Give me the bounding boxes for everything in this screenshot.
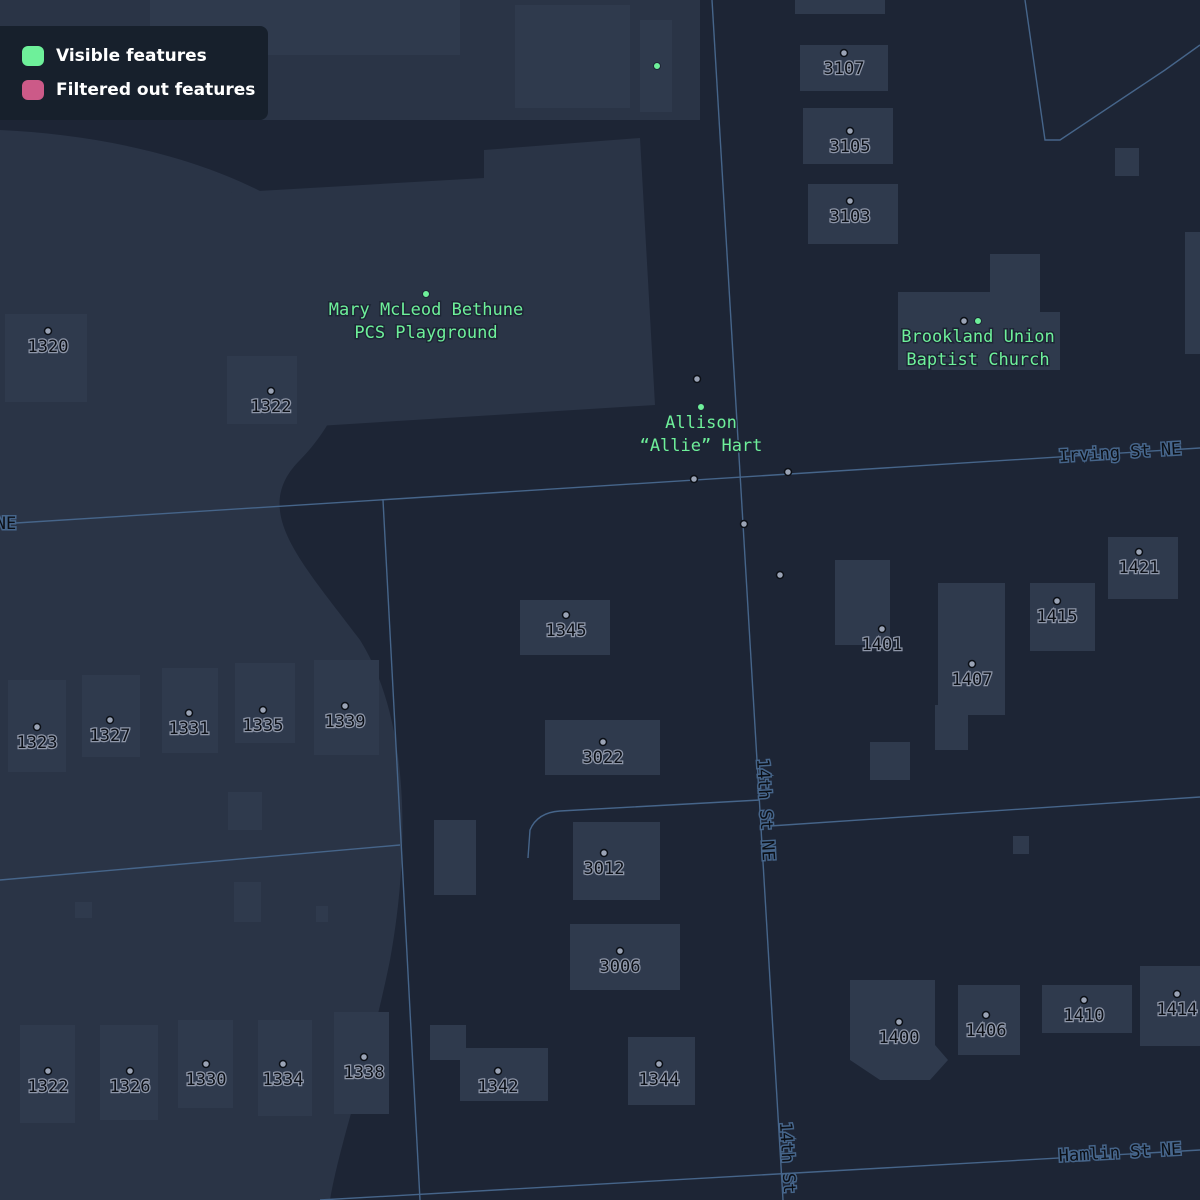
poi-label-church-line2: Baptist Church xyxy=(906,350,1049,370)
address-point[interactable] xyxy=(845,196,855,206)
map-canvas[interactable]: 3107 3105 3103 1320 1322 1421 1415 1345 1401 1407… xyxy=(0,0,1200,1200)
address-point[interactable] xyxy=(125,1066,135,1076)
address-point[interactable] xyxy=(43,1066,53,1076)
address-point[interactable] xyxy=(615,946,625,956)
address-point[interactable] xyxy=(359,1052,369,1062)
feature-point[interactable] xyxy=(689,474,699,484)
feature-point[interactable] xyxy=(692,374,702,384)
address-label: 1414 xyxy=(1157,1000,1198,1020)
building xyxy=(870,742,910,780)
poi-label-playground-line2: PCS Playground xyxy=(354,323,497,343)
address-label: 1334 xyxy=(263,1070,304,1090)
address-point[interactable] xyxy=(278,1059,288,1069)
address-point[interactable] xyxy=(1172,989,1182,999)
building xyxy=(795,0,885,14)
poi-point-memorial[interactable] xyxy=(697,403,705,411)
address-point[interactable] xyxy=(967,659,977,669)
address-label: 1335 xyxy=(243,716,284,736)
address-label: 3107 xyxy=(824,59,865,79)
address-label: 1338 xyxy=(344,1063,385,1083)
address-point[interactable] xyxy=(258,705,268,715)
address-point[interactable] xyxy=(654,1059,664,1069)
legend: Visible features Filtered out features xyxy=(0,26,268,120)
address-point[interactable] xyxy=(894,1017,904,1027)
address-label: 1407 xyxy=(952,670,993,690)
address-point[interactable] xyxy=(877,624,887,634)
building xyxy=(1115,148,1139,176)
street-label-14th-b: 14th St xyxy=(775,1121,799,1194)
address-point[interactable] xyxy=(340,701,350,711)
legend-filtered[interactable]: Filtered out features xyxy=(22,80,255,100)
address-point[interactable] xyxy=(981,1010,991,1020)
building xyxy=(234,882,261,922)
address-label: 3105 xyxy=(830,137,871,157)
poi-label-church-line1: Brookland Union xyxy=(901,327,1055,347)
address-label: 1342 xyxy=(478,1077,519,1097)
address-label: 1323 xyxy=(17,733,58,753)
address-label: 1400 xyxy=(879,1028,920,1048)
address-label: 1345 xyxy=(546,621,587,641)
address-label: 1415 xyxy=(1037,607,1078,627)
address-label: 1339 xyxy=(325,712,366,732)
address-label: 1331 xyxy=(169,719,210,739)
building xyxy=(958,985,1020,1055)
street-label-irving-left: NE xyxy=(0,514,16,534)
address-label: 3012 xyxy=(584,859,625,879)
address-label: 1320 xyxy=(28,337,69,357)
address-point[interactable] xyxy=(845,126,855,136)
address-point[interactable] xyxy=(105,715,115,725)
poi-label-memorial-line1: Allison xyxy=(665,413,737,433)
address-label: 3103 xyxy=(830,207,871,227)
address-point[interactable] xyxy=(32,722,42,732)
address-point[interactable] xyxy=(1079,995,1089,1005)
building xyxy=(316,906,328,922)
address-label: 1406 xyxy=(966,1021,1007,1041)
poi-point-church[interactable] xyxy=(974,317,982,325)
poi-point[interactable] xyxy=(653,62,661,70)
visible-swatch-icon xyxy=(22,46,44,66)
address-point[interactable] xyxy=(184,708,194,718)
poi-label-memorial-line2: “Allie” Hart xyxy=(640,436,763,456)
address-point[interactable] xyxy=(561,610,571,620)
building xyxy=(258,1020,312,1116)
address-point[interactable] xyxy=(1052,596,1062,606)
address-point[interactable] xyxy=(839,48,849,58)
address-label: 1322 xyxy=(251,397,292,417)
legend-visible[interactable]: Visible features xyxy=(22,46,207,66)
building xyxy=(75,902,92,918)
feature-point[interactable] xyxy=(775,570,785,580)
address-point[interactable] xyxy=(599,848,609,858)
address-point[interactable] xyxy=(266,386,276,396)
building xyxy=(228,792,262,830)
feature-point[interactable] xyxy=(783,467,793,477)
feature-point[interactable] xyxy=(739,519,749,529)
address-label: 1326 xyxy=(110,1077,151,1097)
address-point[interactable] xyxy=(1134,547,1144,557)
legend-visible-label: Visible features xyxy=(56,46,207,66)
address-label: 3022 xyxy=(583,748,624,768)
poi-label-playground-line1: Mary McLeod Bethune xyxy=(329,300,523,320)
address-label: 1322 xyxy=(28,1077,69,1097)
address-label: 1410 xyxy=(1064,1006,1105,1026)
building xyxy=(434,820,476,895)
address-point[interactable] xyxy=(493,1066,503,1076)
address-point[interactable] xyxy=(43,326,53,336)
address-label: 1327 xyxy=(90,726,131,746)
address-point[interactable] xyxy=(598,737,608,747)
address-label: 1330 xyxy=(186,1070,227,1090)
feature-point[interactable] xyxy=(959,316,969,326)
building xyxy=(1013,836,1029,854)
building xyxy=(1185,232,1200,354)
filtered-swatch-icon xyxy=(22,80,44,100)
building xyxy=(5,314,87,402)
address-label: 3006 xyxy=(600,957,641,977)
poi-point-playground[interactable] xyxy=(422,290,430,298)
building xyxy=(515,5,630,108)
legend-filtered-label: Filtered out features xyxy=(56,80,256,100)
map-layer[interactable]: 3107 3105 3103 1320 1322 1421 1415 1345 1401 1407… xyxy=(0,0,1200,1200)
address-point[interactable] xyxy=(201,1059,211,1069)
address-label: 1401 xyxy=(862,635,903,655)
address-label: 1421 xyxy=(1119,558,1160,578)
address-label: 1344 xyxy=(639,1070,680,1090)
